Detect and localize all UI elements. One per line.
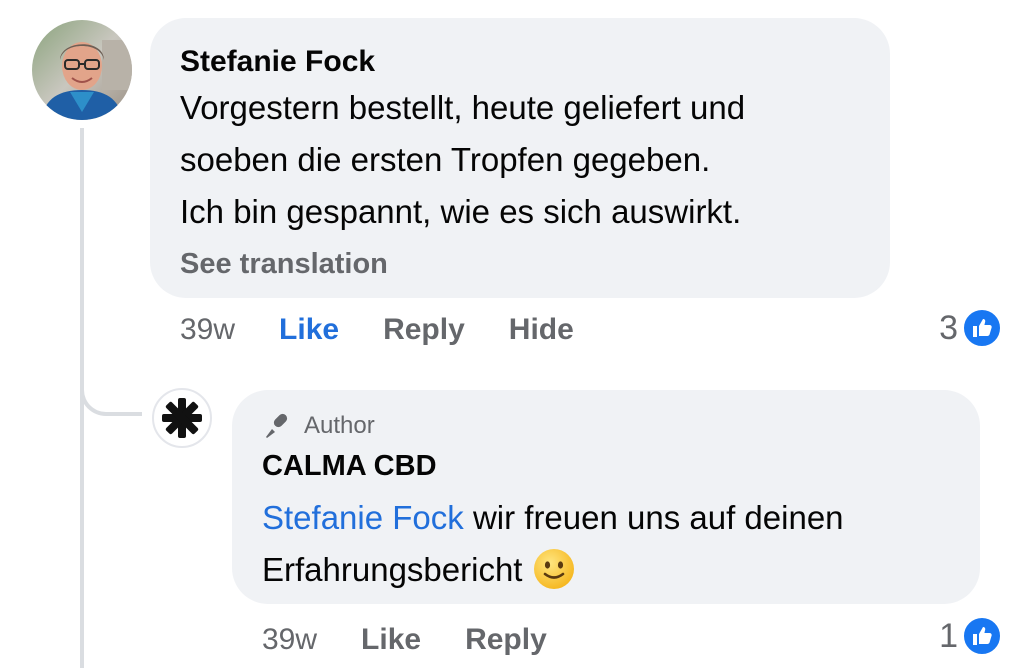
reply-text-line: Stefanie Fock wir freuen uns auf deinen — [262, 492, 950, 544]
asterisk-logo-icon — [162, 398, 202, 438]
see-translation-link[interactable]: See translation — [180, 244, 860, 284]
reply-text: Stefanie Fock wir freuen uns auf deinen … — [262, 492, 950, 596]
reply-timestamp[interactable]: 39w — [262, 620, 317, 660]
reply-actions: 39w Like Reply — [262, 620, 591, 660]
like-button[interactable]: Like — [279, 310, 339, 350]
comment-text-line: soeben die ersten Tropfen gegeben. — [180, 141, 711, 178]
reply-text-fragment: wir freuen uns auf deinen — [463, 499, 844, 536]
comment-bubble: Stefanie Fock Vorgestern bestellt, heute… — [150, 18, 890, 298]
reply-text-line: Erfahrungsbericht — [262, 544, 950, 596]
comment-actions: 39w Like Reply Hide — [180, 310, 618, 350]
comment-text: Vorgestern bestellt, heute geliefert und… — [180, 82, 860, 238]
avatar[interactable] — [32, 20, 132, 120]
comment-text-line: Vorgestern bestellt, heute geliefert und — [180, 89, 746, 126]
microphone-pen-icon — [266, 413, 288, 438]
reply-button[interactable]: Reply — [383, 310, 465, 350]
slightly-smiling-face-icon — [534, 549, 575, 590]
thumbs-up-icon — [962, 616, 1002, 656]
reply-bubble: Author CALMA CBD Stefanie Fock wir freue… — [232, 390, 980, 604]
thread-connector-elbow — [80, 360, 142, 416]
comment-thread: Stefanie Fock Vorgestern bestellt, heute… — [0, 0, 1024, 668]
reaction-summary[interactable]: 3 — [939, 308, 1002, 348]
comment-timestamp[interactable]: 39w — [180, 310, 235, 350]
mention-link[interactable]: Stefanie Fock — [262, 499, 464, 536]
reaction-summary[interactable]: 1 — [939, 616, 1002, 656]
reply-button[interactable]: Reply — [465, 620, 547, 660]
reaction-count: 1 — [939, 617, 958, 655]
reaction-count: 3 — [939, 309, 958, 347]
thumbs-up-icon — [962, 308, 1002, 348]
comment-author-name[interactable]: Stefanie Fock — [180, 42, 860, 82]
comment-text-line: Ich bin gespannt, wie es sich auswirkt. — [180, 193, 742, 230]
reply-text-fragment: Erfahrungsbericht — [262, 551, 523, 588]
like-button[interactable]: Like — [361, 620, 421, 660]
reply-author-name[interactable]: CALMA CBD — [262, 448, 950, 484]
hide-button[interactable]: Hide — [509, 310, 574, 350]
avatar[interactable] — [152, 388, 212, 448]
profile-photo-icon — [32, 20, 132, 120]
author-badge: Author — [262, 410, 950, 442]
author-badge-label: Author — [304, 412, 375, 439]
